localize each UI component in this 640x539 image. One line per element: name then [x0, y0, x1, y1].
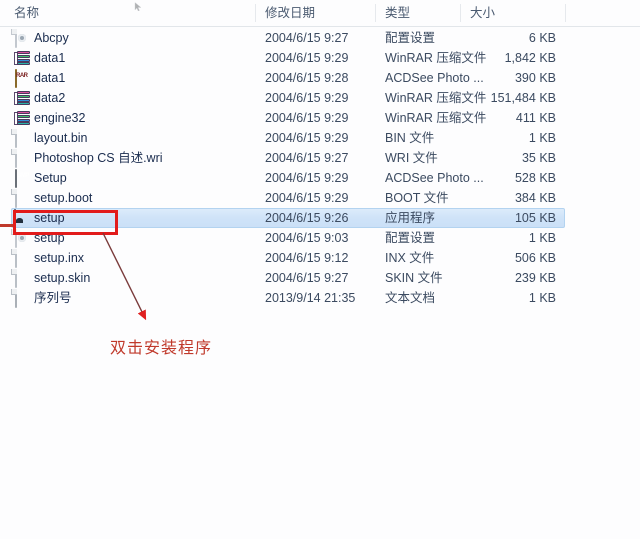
column-divider-2[interactable]	[375, 4, 376, 22]
file-type-cell: BIN 文件	[385, 131, 435, 145]
file-size-cell: 528 KB	[514, 171, 556, 185]
file-date-cell: 2004/6/15 9:28	[265, 71, 349, 85]
generic-document-icon	[14, 149, 31, 168]
file-size-cell: 6 KB	[528, 31, 556, 45]
file-name-cell: data1	[34, 71, 66, 85]
file-date-cell: 2004/6/15 9:29	[265, 191, 349, 205]
table-row[interactable]: BMP Setup 2004/6/15 9:29 ACDSee Photo ... 52…	[0, 168, 640, 188]
table-row[interactable]: RAR data1 2004/6/15 9:28 ACDSee Photo ... 39…	[0, 68, 640, 88]
table-row[interactable]: engine32 2004/6/15 9:29 WinRAR 压缩文件 411 KB	[0, 108, 640, 128]
file-type-cell: WRI 文件	[385, 151, 438, 165]
file-list-rows: Abcpy 2004/6/15 9:27 配置设置 6 KB data1 2004/6/1…	[0, 28, 640, 308]
file-name-cell: layout.bin	[34, 131, 88, 145]
file-size-cell: 390 KB	[514, 71, 556, 85]
winrar-archive-icon	[14, 90, 31, 107]
file-date-cell: 2004/6/15 9:27	[265, 271, 349, 285]
file-date-cell: 2004/6/15 9:12	[265, 251, 349, 265]
config-settings-icon	[14, 29, 31, 48]
column-header-row: 名称 修改日期 类型 大小	[0, 0, 640, 27]
table-row[interactable]: layout.bin 2004/6/15 9:29 BIN 文件 1 KB	[0, 128, 640, 148]
table-row[interactable]: Abcpy 2004/6/15 9:27 配置设置 6 KB	[0, 28, 640, 48]
generic-document-icon	[14, 249, 31, 268]
highlight-rectangle	[13, 210, 118, 235]
file-name-cell: data2	[34, 91, 66, 105]
file-date-cell: 2004/6/15 9:03	[265, 231, 349, 245]
table-row[interactable]: Photoshop CS 自述.wri 2004/6/15 9:27 WRI 文件 3…	[0, 148, 640, 168]
file-type-cell: 文本文档	[385, 291, 436, 305]
mouse-cursor-icon	[134, 2, 142, 11]
winrar-archive-icon	[14, 50, 31, 67]
file-date-cell: 2004/6/15 9:29	[265, 131, 349, 145]
bmp-image-icon: BMP	[14, 169, 31, 188]
column-header-type[interactable]: 类型	[385, 0, 410, 26]
file-name-cell: Photoshop CS 自述.wri	[34, 151, 163, 165]
file-date-cell: 2004/6/15 9:26	[265, 211, 349, 225]
generic-document-icon	[14, 269, 31, 288]
file-name-cell: Setup	[34, 171, 67, 185]
table-row[interactable]: data2 2004/6/15 9:29 WinRAR 压缩文件 151,484 KB	[0, 88, 640, 108]
file-size-cell: 151,484 KB	[490, 91, 556, 105]
file-size-cell: 35 KB	[521, 151, 556, 165]
file-type-cell: ACDSee Photo ...	[385, 71, 484, 85]
file-type-cell: INX 文件	[385, 251, 435, 265]
file-list-view: 名称 修改日期 类型 大小 Abcpy 2004/6/15 9:27 配置设置 6 K…	[0, 0, 640, 539]
file-date-cell: 2004/6/15 9:29	[265, 51, 349, 65]
table-row[interactable]: setup.skin 2004/6/15 9:27 SKIN 文件 239 KB	[0, 268, 640, 288]
file-type-cell: ACDSee Photo ...	[385, 171, 484, 185]
column-header-size[interactable]: 大小	[470, 0, 495, 26]
acdsee-photo-icon: RAR	[14, 69, 31, 88]
text-document-icon	[14, 289, 31, 308]
column-divider-3[interactable]	[460, 4, 461, 22]
winrar-archive-icon	[14, 110, 31, 127]
table-row[interactable]: 序列号 2013/9/14 21:35 文本文档 1 KB	[0, 288, 640, 308]
file-name-cell: 序列号	[34, 291, 72, 305]
file-date-cell: 2004/6/15 9:27	[265, 31, 349, 45]
file-name-cell: setup.skin	[34, 271, 91, 285]
file-size-cell: 1 KB	[528, 231, 556, 245]
file-date-cell: 2004/6/15 9:27	[265, 151, 349, 165]
table-row[interactable]: setup.boot 2004/6/15 9:29 BOOT 文件 384 KB	[0, 188, 640, 208]
table-row[interactable]: data1 2004/6/15 9:29 WinRAR 压缩文件 1,842 KB	[0, 48, 640, 68]
file-size-cell: 105 KB	[514, 211, 556, 225]
file-size-cell: 239 KB	[514, 271, 556, 285]
file-size-cell: 506 KB	[514, 251, 556, 265]
annotation-label: 双击安装程序	[110, 338, 213, 357]
file-type-cell: 配置设置	[385, 231, 436, 245]
column-header-date[interactable]: 修改日期	[265, 0, 315, 26]
file-date-cell: 2013/9/14 21:35	[265, 291, 356, 305]
file-name-cell: engine32	[34, 111, 86, 125]
file-date-cell: 2004/6/15 9:29	[265, 111, 349, 125]
column-divider-1[interactable]	[255, 4, 256, 22]
column-divider-4[interactable]	[565, 4, 566, 22]
generic-document-icon	[14, 189, 31, 208]
file-date-cell: 2004/6/15 9:29	[265, 91, 349, 105]
generic-document-icon	[14, 129, 31, 148]
file-date-cell: 2004/6/15 9:29	[265, 171, 349, 185]
file-size-cell: 384 KB	[514, 191, 556, 205]
file-name-cell: Abcpy	[34, 31, 69, 45]
file-type-cell: SKIN 文件	[385, 271, 443, 285]
file-size-cell: 1,842 KB	[504, 51, 556, 65]
file-size-cell: 1 KB	[528, 291, 556, 305]
file-name-cell: setup.inx	[34, 251, 85, 265]
file-type-cell: 配置设置	[385, 31, 436, 45]
file-size-cell: 411 KB	[515, 111, 556, 125]
file-size-cell: 1 KB	[528, 131, 556, 145]
file-type-cell: BOOT 文件	[385, 191, 449, 205]
table-row[interactable]: setup.inx 2004/6/15 9:12 INX 文件 506 KB	[0, 248, 640, 268]
file-type-cell: 应用程序	[385, 211, 436, 225]
column-header-name[interactable]: 名称	[14, 0, 39, 26]
file-name-cell: setup.boot	[34, 191, 93, 205]
file-name-cell: data1	[34, 51, 66, 65]
